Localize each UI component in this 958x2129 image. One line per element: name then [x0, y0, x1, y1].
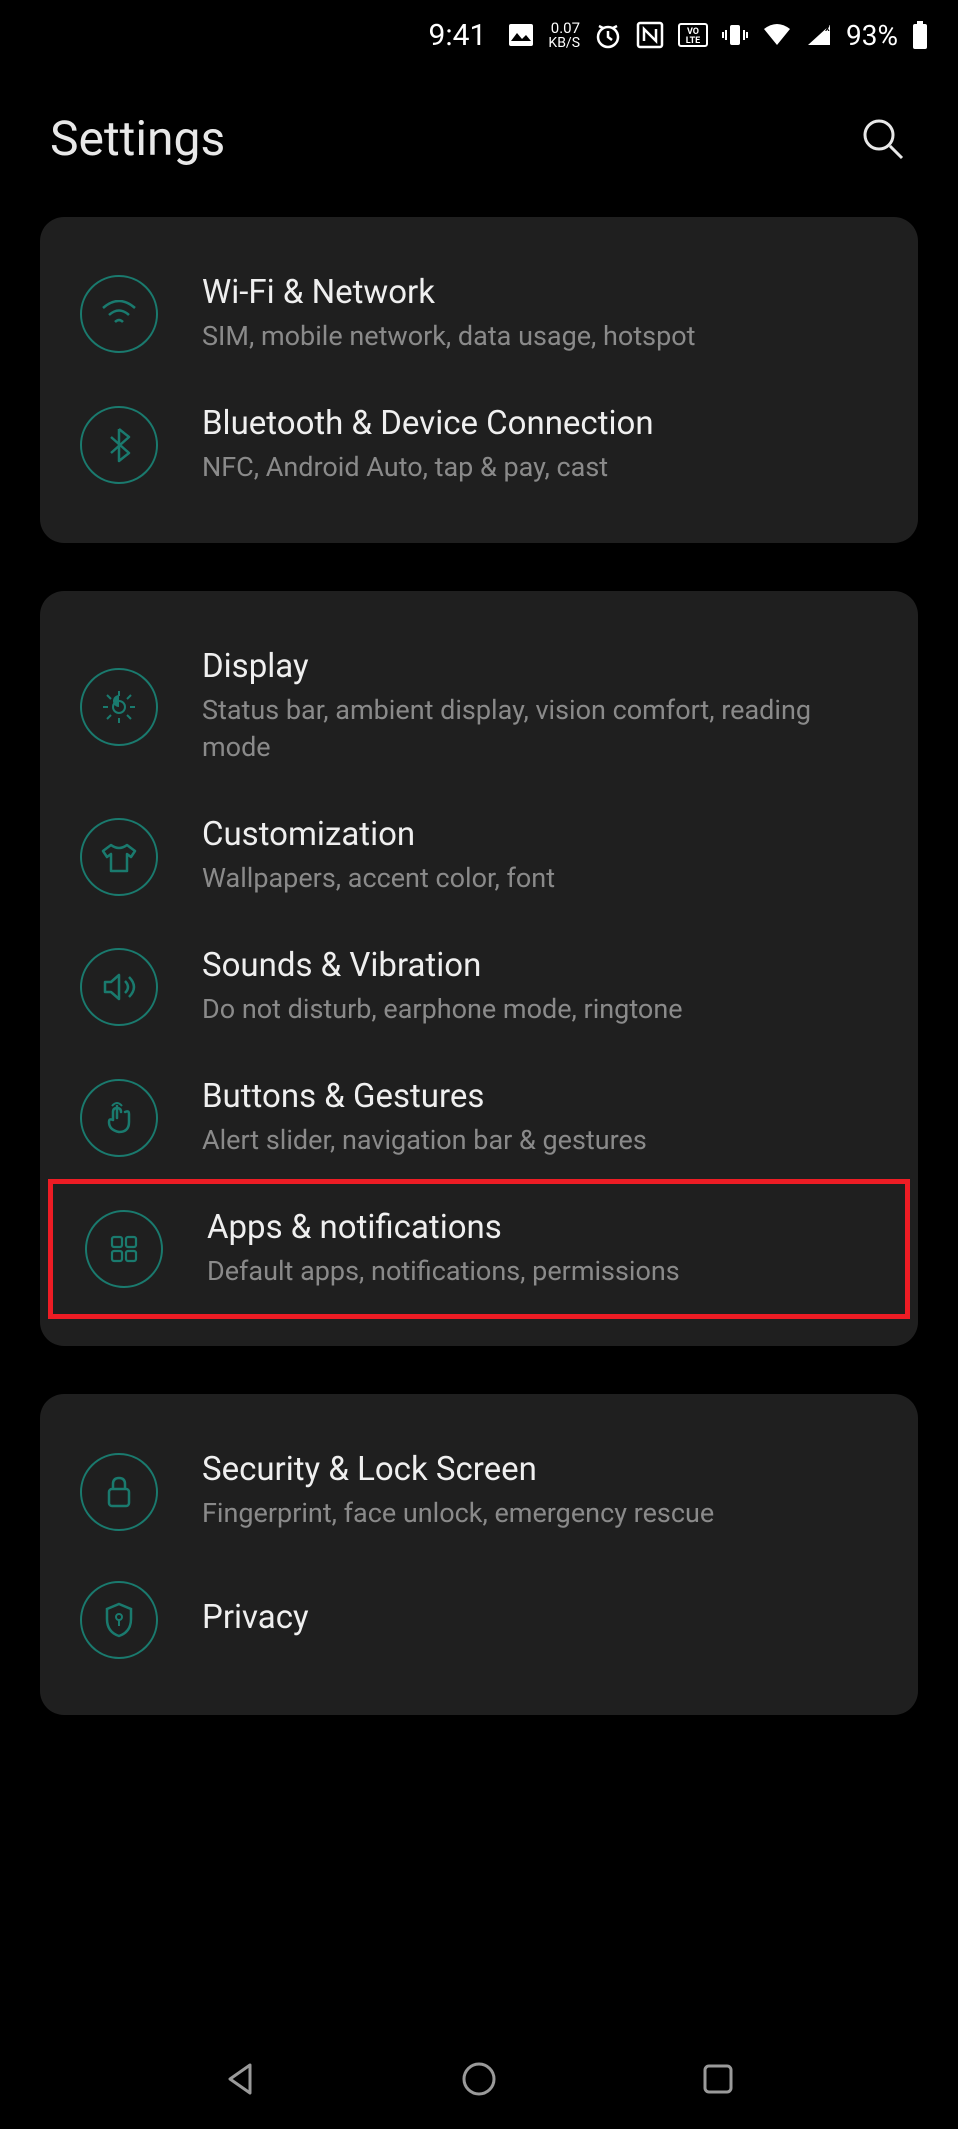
status-bar: 9:41 0.07 KB/S VOLTE x 93% — [0, 0, 958, 70]
setting-title: Display — [202, 647, 878, 686]
setting-title: Wi-Fi & Network — [202, 273, 878, 312]
search-icon — [860, 116, 906, 162]
recent-square-icon — [698, 2059, 738, 2099]
gesture-icon — [80, 1079, 158, 1157]
setting-display[interactable]: Display Status bar, ambient display, vis… — [40, 623, 918, 792]
battery-icon — [912, 21, 928, 49]
recent-button[interactable] — [688, 2049, 748, 2109]
volte-icon: VOLTE — [678, 23, 708, 47]
bluetooth-icon — [80, 406, 158, 484]
vibrate-icon — [722, 21, 748, 49]
setting-buttons-gestures[interactable]: Buttons & Gestures Alert slider, navigat… — [40, 1053, 918, 1184]
apps-grid-icon — [85, 1210, 163, 1288]
settings-header: Settings — [0, 70, 958, 217]
status-data-rate: 0.07 KB/S — [548, 21, 580, 50]
picture-icon — [508, 23, 534, 47]
setting-subtitle: Default apps, notifications, permissions — [207, 1253, 873, 1291]
navigation-bar — [0, 2029, 958, 2129]
search-button[interactable] — [858, 114, 908, 164]
nfc-icon — [636, 21, 664, 49]
settings-group: Wi-Fi & Network SIM, mobile network, dat… — [40, 217, 918, 543]
setting-subtitle: SIM, mobile network, data usage, hotspot — [202, 318, 878, 356]
setting-subtitle: Alert slider, navigation bar & gestures — [202, 1122, 878, 1160]
setting-sounds[interactable]: Sounds & Vibration Do not disturb, earph… — [40, 922, 918, 1053]
setting-apps-notifications[interactable]: Apps & notifications Default apps, notif… — [48, 1179, 910, 1320]
setting-bluetooth[interactable]: Bluetooth & Device Connection NFC, Andro… — [40, 380, 918, 511]
speaker-icon — [80, 948, 158, 1026]
setting-title: Buttons & Gestures — [202, 1077, 878, 1116]
setting-customization[interactable]: Customization Wallpapers, accent color, … — [40, 791, 918, 922]
settings-content: Wi-Fi & Network SIM, mobile network, dat… — [0, 217, 958, 1715]
home-circle-icon — [459, 2059, 499, 2099]
home-button[interactable] — [449, 2049, 509, 2109]
setting-subtitle: Do not disturb, earphone mode, ringtone — [202, 991, 878, 1029]
alarm-icon — [594, 21, 622, 49]
setting-title: Apps & notifications — [207, 1208, 873, 1247]
svg-text:LTE: LTE — [686, 36, 701, 46]
setting-title: Sounds & Vibration — [202, 946, 878, 985]
setting-subtitle: Status bar, ambient display, vision comf… — [202, 692, 878, 768]
wifi-signal-icon — [762, 23, 792, 47]
back-triangle-icon — [220, 2059, 260, 2099]
setting-subtitle: Wallpapers, accent color, font — [202, 860, 878, 898]
setting-security[interactable]: Security & Lock Screen Fingerprint, face… — [40, 1426, 918, 1557]
setting-privacy[interactable]: Privacy — [40, 1557, 918, 1683]
settings-group: Security & Lock Screen Fingerprint, face… — [40, 1394, 918, 1715]
wifi-icon — [80, 275, 158, 353]
setting-title: Security & Lock Screen — [202, 1450, 878, 1489]
battery-percentage: 93% — [846, 19, 898, 52]
setting-subtitle: Fingerprint, face unlock, emergency resc… — [202, 1495, 878, 1533]
lock-icon — [80, 1453, 158, 1531]
setting-subtitle: NFC, Android Auto, tap & pay, cast — [202, 449, 878, 487]
back-button[interactable] — [210, 2049, 270, 2109]
settings-group: Display Status bar, ambient display, vis… — [40, 591, 918, 1347]
setting-wifi-network[interactable]: Wi-Fi & Network SIM, mobile network, dat… — [40, 249, 918, 380]
shield-icon — [80, 1581, 158, 1659]
svg-text:x: x — [825, 24, 830, 34]
shirt-icon — [80, 818, 158, 896]
status-time: 9:41 — [429, 18, 487, 53]
setting-title: Customization — [202, 815, 878, 854]
brightness-icon — [80, 668, 158, 746]
page-title: Settings — [50, 110, 225, 167]
setting-title: Bluetooth & Device Connection — [202, 404, 878, 443]
setting-title: Privacy — [202, 1598, 878, 1637]
cell-signal-icon: x — [806, 23, 832, 47]
